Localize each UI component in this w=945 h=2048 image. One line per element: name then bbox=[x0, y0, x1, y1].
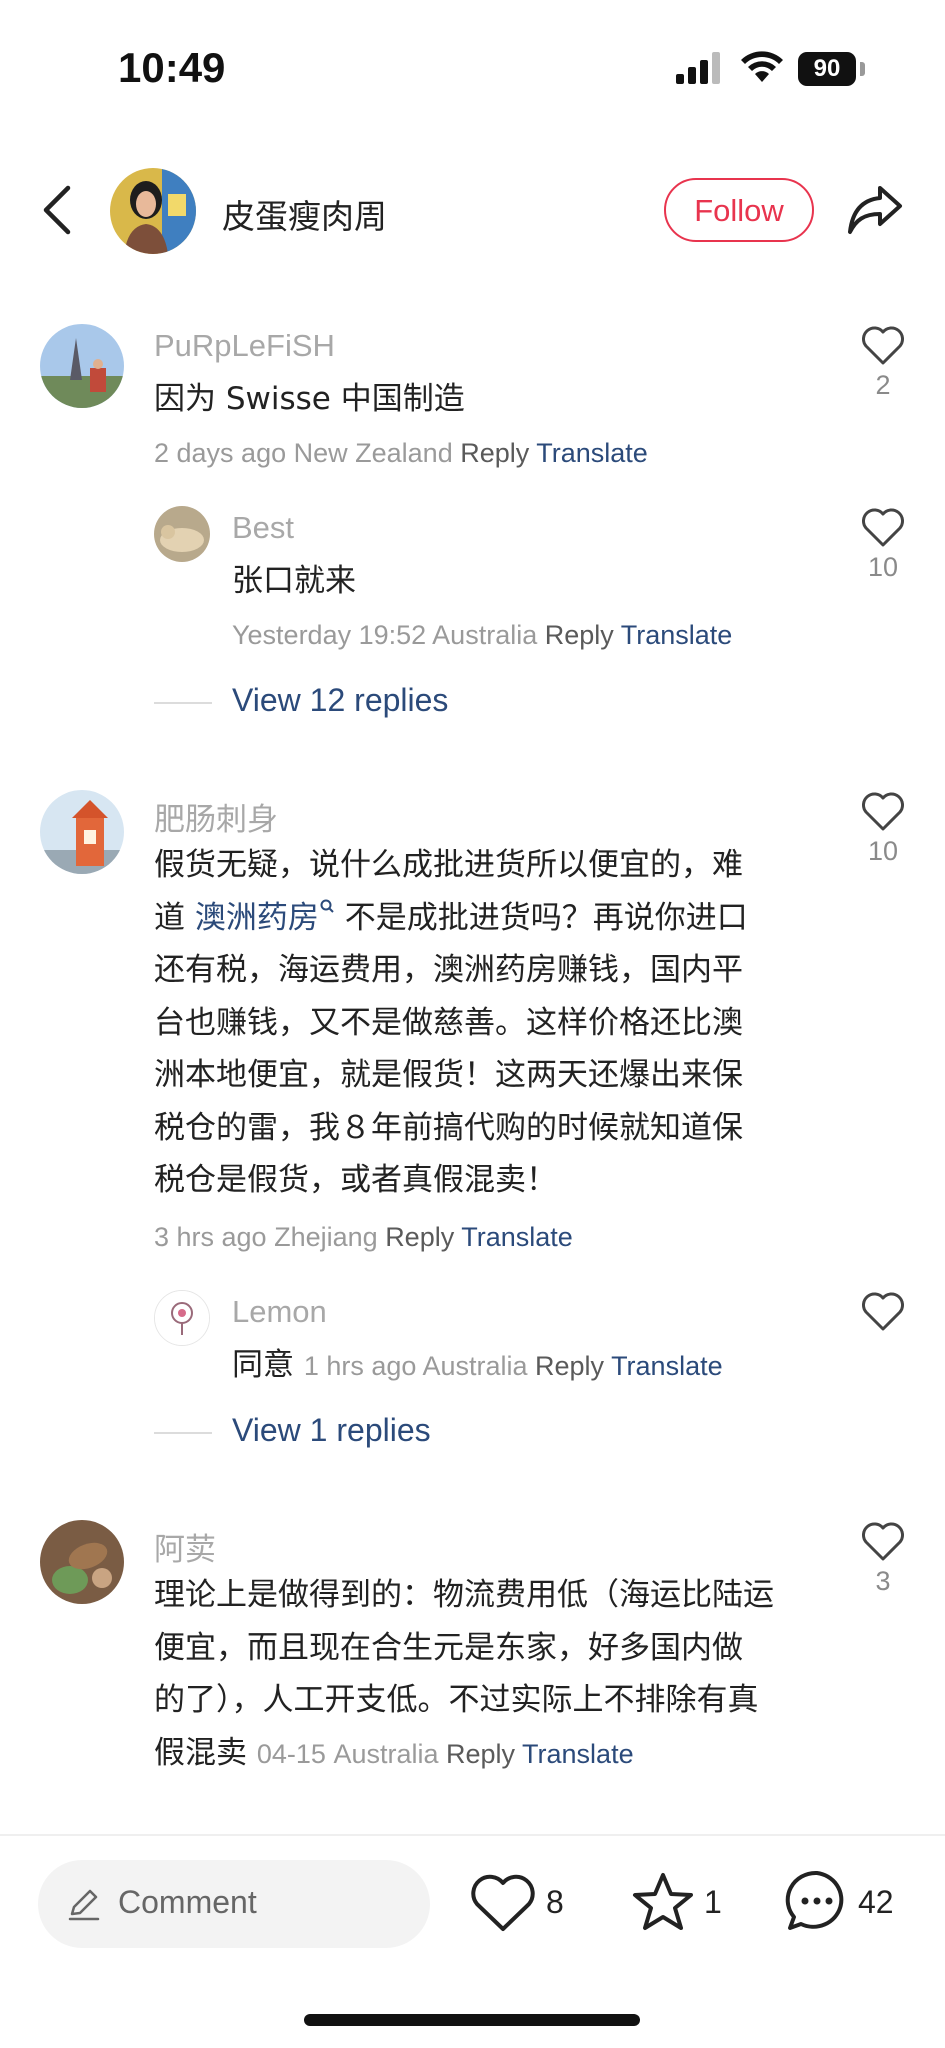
favorite-total: 1 bbox=[704, 1884, 722, 1920]
home-indicator[interactable] bbox=[304, 2014, 640, 2026]
comment-line-prefix: 道 bbox=[154, 899, 185, 936]
comment-line: 的了），人工开支低。不过实际上不排除有真 bbox=[154, 1682, 759, 1718]
comment-line: 理论上是做得到的：物流费用低（海运比陆运 bbox=[154, 1577, 774, 1613]
reply-name[interactable]: Best bbox=[232, 510, 294, 546]
author-avatar[interactable] bbox=[110, 168, 196, 254]
comment-meta: 3 hrs ago Zhejiang Reply Translate bbox=[154, 1222, 573, 1253]
comment-line: 便宜，而且现在合生元是东家，好多国内做 bbox=[154, 1629, 743, 1666]
reply-text-line: 同意 1 hrs ago Australia Reply Translate bbox=[232, 1339, 723, 1393]
comment-bubble-icon[interactable] bbox=[784, 1868, 850, 1934]
like-count: 3 bbox=[875, 1566, 891, 1596]
reply-text: 同意 bbox=[232, 1347, 294, 1383]
like-count: 10 bbox=[867, 836, 899, 866]
comment-text: 假货无疑，说什么成批进货所以便宜的，难 道 澳洲药房 不是成批进货吗？再说你进口… bbox=[154, 839, 814, 1207]
pencil-icon bbox=[68, 1889, 100, 1921]
comment-location: Zhejiang bbox=[274, 1222, 378, 1252]
battery-tip bbox=[860, 62, 865, 76]
battery-icon: 90 bbox=[798, 52, 856, 86]
author-name[interactable]: 皮蛋瘦肉周 bbox=[222, 190, 387, 238]
comment-line: 还有税，海运费用，澳洲药房赚钱，国内平 bbox=[154, 952, 743, 988]
heart-icon[interactable] bbox=[861, 1292, 905, 1332]
comment-line: 假混卖 04-15 Australia Reply Translate bbox=[154, 1727, 834, 1781]
comment-line: 洲本地便宜，就是假货！这两天还爆出来保 bbox=[154, 1057, 743, 1093]
comment-line: 假货无疑，说什么成批进货所以便宜的，难 bbox=[154, 847, 743, 883]
reply-location: Australia bbox=[432, 620, 538, 650]
view-replies-link[interactable]: View 1 replies bbox=[232, 1412, 431, 1449]
bottom-bar-divider bbox=[0, 1834, 945, 1836]
reply-avatar[interactable] bbox=[154, 506, 210, 562]
comment-location: Australia bbox=[333, 1738, 439, 1769]
commenter-name[interactable]: 阿荬 bbox=[154, 1524, 216, 1569]
comment-line: 道 澳洲药房 不是成批进货吗？再说你进口 bbox=[154, 892, 814, 945]
heart-icon[interactable] bbox=[861, 326, 905, 366]
reply-name[interactable]: Lemon bbox=[232, 1294, 327, 1330]
translate-button[interactable]: Translate bbox=[461, 1222, 573, 1252]
like-count: 10 bbox=[867, 552, 899, 582]
comment-line: 税仓的雷，我８年前搞代购的时候就知道保 bbox=[154, 1109, 743, 1146]
comment-time: 04-15 bbox=[256, 1738, 326, 1769]
commenter-avatar[interactable] bbox=[40, 324, 124, 408]
view-replies-divider bbox=[154, 702, 212, 704]
search-small-icon[interactable] bbox=[319, 898, 335, 914]
reply-time: 1 hrs ago bbox=[303, 1351, 417, 1381]
reply-button[interactable]: Reply bbox=[460, 438, 529, 468]
wifi-icon bbox=[741, 51, 783, 82]
translate-button[interactable]: Translate bbox=[536, 438, 648, 468]
signal-icon bbox=[676, 52, 720, 84]
comment-line-text: 假混卖 bbox=[154, 1734, 247, 1771]
back-icon[interactable] bbox=[40, 184, 74, 236]
heart-icon[interactable] bbox=[861, 1522, 905, 1562]
reply-button[interactable]: Reply bbox=[385, 1222, 454, 1252]
translate-button[interactable]: Translate bbox=[611, 1351, 723, 1381]
heart-icon[interactable] bbox=[470, 1874, 536, 1934]
follow-button[interactable]: Follow bbox=[664, 178, 814, 242]
reply-like[interactable]: 10 bbox=[853, 508, 913, 583]
like-total: 8 bbox=[546, 1884, 564, 1920]
like-count: 2 bbox=[875, 370, 891, 400]
translate-button[interactable]: Translate bbox=[621, 620, 733, 650]
translate-button[interactable]: Translate bbox=[522, 1739, 634, 1769]
reply-button[interactable]: Reply bbox=[535, 1351, 604, 1381]
reply-location: Australia bbox=[422, 1351, 528, 1381]
comment-line: 税仓是假货，或者真假混卖！ bbox=[154, 1162, 557, 1198]
comment-like[interactable]: 2 bbox=[853, 326, 913, 401]
share-icon[interactable] bbox=[846, 184, 904, 236]
comment-text: 理论上是做得到的：物流费用低（海运比陆运 便宜，而且现在合生元是东家，好多国内做… bbox=[154, 1569, 834, 1780]
status-time: 10:49 bbox=[118, 44, 226, 91]
comment-time: 3 hrs ago bbox=[154, 1222, 267, 1252]
reply-meta: 1 hrs ago Australia Reply Translate bbox=[304, 1351, 723, 1381]
heart-icon[interactable] bbox=[861, 792, 905, 832]
commenter-name[interactable]: 肥肠刺身 bbox=[154, 794, 278, 839]
comment-placeholder[interactable]: Comment bbox=[118, 1884, 257, 1921]
reply-text: 张口就来 bbox=[232, 563, 356, 599]
comment-location: New Zealand bbox=[293, 438, 453, 468]
reply-meta: Yesterday 19:52 Australia Reply Translat… bbox=[232, 620, 732, 651]
comment-total: 42 bbox=[858, 1884, 894, 1920]
comment-like[interactable]: 3 bbox=[853, 1522, 913, 1597]
view-replies-link[interactable]: View 12 replies bbox=[232, 682, 448, 719]
heart-icon[interactable] bbox=[861, 508, 905, 548]
view-replies-divider bbox=[154, 1432, 212, 1434]
comment-time: 2 days ago bbox=[154, 438, 287, 468]
reply-button[interactable]: Reply bbox=[446, 1739, 515, 1769]
comment-meta: 2 days ago New Zealand Reply Translate bbox=[154, 438, 648, 469]
commenter-avatar[interactable] bbox=[40, 1520, 124, 1604]
reply-button[interactable]: Reply bbox=[545, 620, 614, 650]
reply-time: Yesterday 19:52 bbox=[232, 620, 427, 650]
reply-like[interactable] bbox=[853, 1292, 913, 1336]
comment-line-rest: 不是成批进货吗？再说你进口 bbox=[344, 899, 748, 936]
commenter-name[interactable]: PuRpLeFiSH bbox=[154, 328, 335, 364]
star-icon[interactable] bbox=[630, 1870, 696, 1934]
commenter-avatar[interactable] bbox=[40, 790, 124, 874]
comment-like[interactable]: 10 bbox=[853, 792, 913, 867]
comment-line: 台也赚钱，又不是做慈善。这样价格还比澳 bbox=[154, 1004, 743, 1041]
comment-text: 因为 Swisse 中国制造 bbox=[154, 381, 465, 417]
comment-meta: 04-15 Australia Reply Translate bbox=[257, 1739, 634, 1769]
reply-avatar[interactable] bbox=[154, 1290, 210, 1346]
topic-link[interactable]: 澳洲药房 bbox=[195, 900, 319, 936]
